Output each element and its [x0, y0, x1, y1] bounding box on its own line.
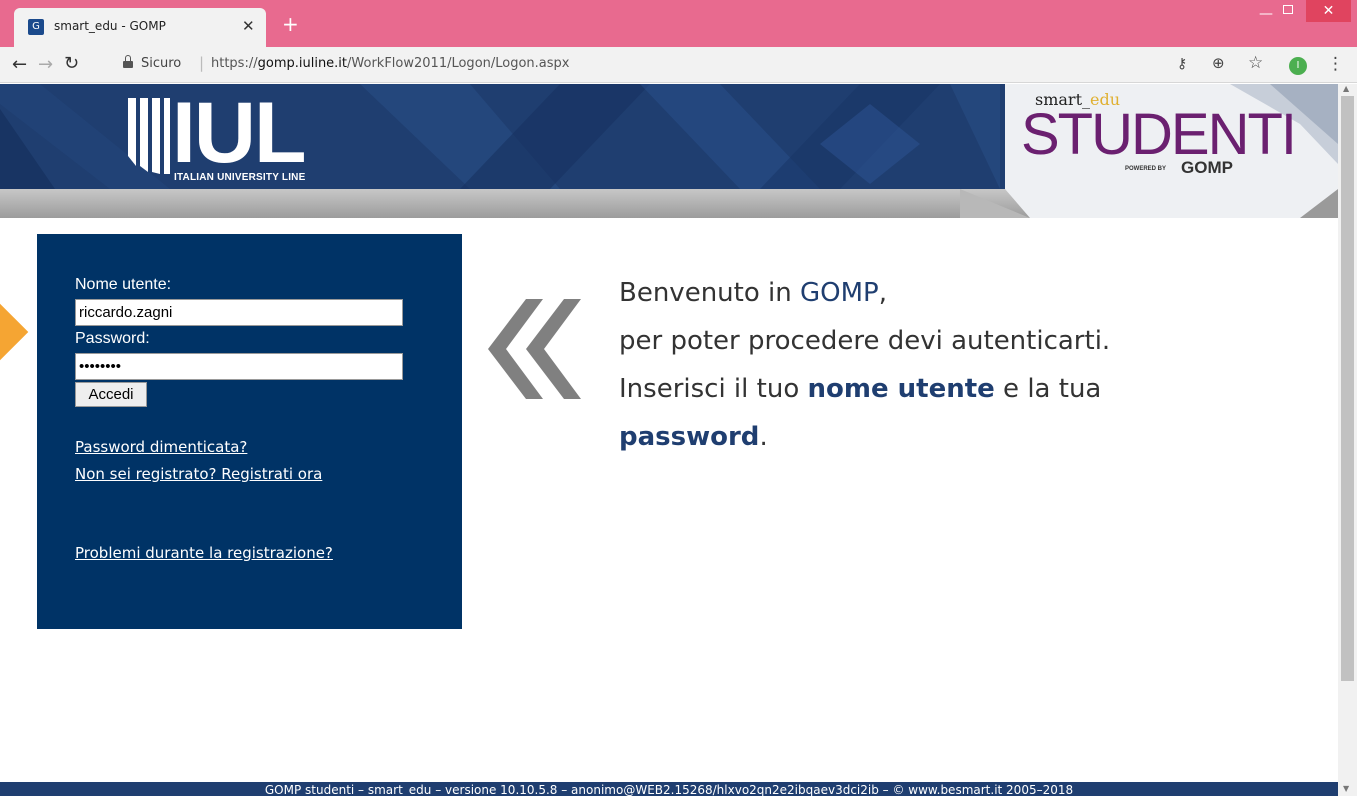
secure-label: Sicuro [141, 56, 182, 71]
bookmark-star-icon[interactable]: ☆ [1248, 53, 1263, 73]
back-arrow-icon[interactable]: ← [12, 54, 27, 75]
forgot-password-link[interactable]: Password dimenticata? [75, 438, 247, 456]
brand-gomp-text: GOMP [1181, 158, 1233, 177]
window-close-icon[interactable]: ✕ [1306, 0, 1351, 22]
lock-icon [123, 55, 133, 69]
iul-wordmark: IUL [172, 85, 307, 181]
scroll-up-icon[interactable]: ▲ [1343, 84, 1349, 93]
brand-powered-text: POWERED BY [1125, 166, 1167, 172]
register-link[interactable]: Non sei registrato? Registrati ora [75, 465, 322, 483]
brand-logo: smart_edu STUDENTI POWERED BY GOMP [1005, 84, 1338, 189]
new-tab-button[interactable]: + [282, 14, 299, 34]
profile-avatar[interactable]: I [1289, 57, 1307, 75]
key-icon[interactable]: ⚷ [1177, 56, 1187, 72]
welcome-line-2: per poter procedere devi autenticarti. [619, 326, 1111, 356]
url-separator: | [199, 54, 205, 72]
welcome-line-4: password. [619, 422, 768, 452]
username-field[interactable] [75, 299, 403, 326]
reload-icon[interactable]: ↻ [64, 53, 79, 74]
tab-title: smart_edu - GOMP [54, 19, 166, 33]
iul-wing-icon [128, 98, 170, 174]
iul-logo[interactable]: IUL ITALIAN UNIVERSITY LINE [124, 85, 344, 184]
browser-tab[interactable]: G smart_edu - GOMP ✕ [14, 8, 266, 47]
brand-studenti-text: STUDENTI [1021, 102, 1297, 167]
scroll-down-icon[interactable]: ▼ [1343, 784, 1349, 793]
welcome-line-1: Benvenuto in GOMP, [619, 278, 887, 308]
minimize-icon[interactable]: — [1259, 6, 1273, 22]
welcome-line-3: Inserisci il tuo nome utente e la tua [619, 374, 1102, 404]
scrollbar-thumb[interactable] [1341, 96, 1354, 681]
password-field[interactable] [75, 353, 403, 380]
omnibox[interactable]: Sicuro | https://gomp.iuline.it/WorkFlow… [98, 51, 1178, 79]
url-text: https://gomp.iuline.it/WorkFlow2011/Logo… [211, 56, 570, 71]
tab-close-icon[interactable]: ✕ [242, 17, 255, 35]
welcome-message: Benvenuto in GOMP, per poter procedere d… [619, 269, 1110, 461]
menu-dots-icon[interactable]: ⋮ [1327, 54, 1344, 74]
header-banner: IUL ITALIAN UNIVERSITY LINE smart_edu ST… [0, 84, 1338, 218]
password-label: Password: [75, 330, 150, 347]
username-label: Nome utente: [75, 276, 172, 293]
registration-problems-link[interactable]: Problemi durante la registrazione? [75, 544, 333, 562]
forward-arrow-icon[interactable]: → [38, 54, 53, 75]
page-footer: GOMP studenti – smart_edu – versione 10.… [0, 782, 1338, 796]
zoom-icon[interactable]: ⊕ [1212, 54, 1225, 72]
vertical-scrollbar[interactable]: ▲ ▼ [1338, 84, 1357, 796]
double-chevron-left-icon [488, 299, 581, 399]
login-panel: Nome utente: Password: Accedi Password d… [37, 234, 462, 629]
gomp-favicon-icon: G [28, 19, 44, 35]
login-submit-button[interactable]: Accedi [75, 382, 147, 407]
iul-subtitle: ITALIAN UNIVERSITY LINE [174, 172, 306, 183]
address-bar-row: ← → ↻ Sicuro | https://gomp.iuline.it/Wo… [0, 47, 1357, 83]
browser-tab-strip: G smart_edu - GOMP ✕ + — ✕ [0, 0, 1357, 47]
page-content: IUL ITALIAN UNIVERSITY LINE smart_edu ST… [0, 84, 1338, 796]
maximize-icon[interactable] [1283, 5, 1293, 14]
orange-marker-shape [0, 303, 29, 361]
